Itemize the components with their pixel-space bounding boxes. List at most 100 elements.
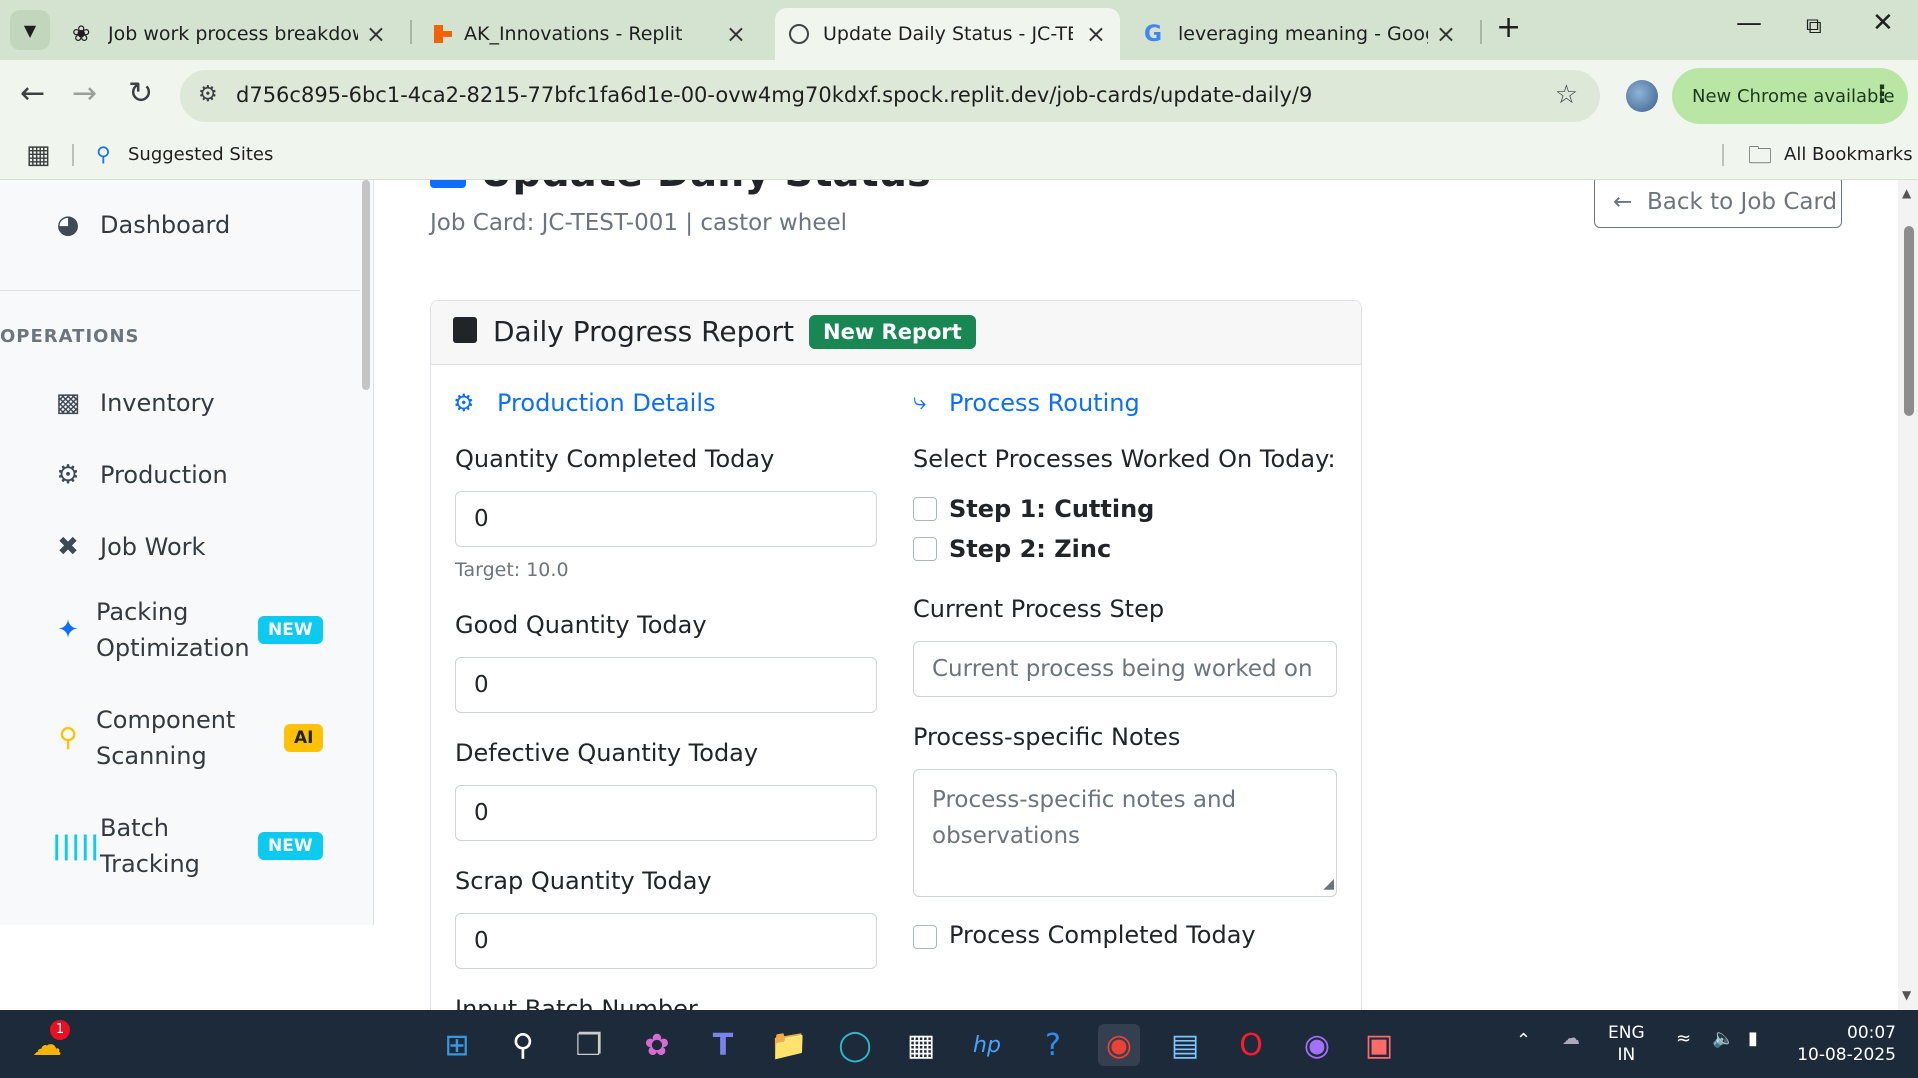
input-value: 0 [474,506,489,532]
restore-button[interactable]: ⧉ [1806,14,1822,39]
sidebar-item-batch-tracking[interactable]: ||||| Batch Tracking NEW [0,808,360,884]
tab-title: Job work process breakdown [108,23,358,45]
edge-icon[interactable]: ◯ [834,1024,876,1066]
cubes-icon: ▩ [55,388,81,418]
github-desktop-icon[interactable]: ◉ [1296,1024,1338,1066]
notepad-icon[interactable]: ▤ [1164,1024,1206,1066]
bookmarks-bar: ▦ ⚲ Suggested Sites 🗀 All Bookmarks [0,132,1918,180]
copilot-icon[interactable]: ✿ [636,1024,678,1066]
language-indicator[interactable]: ENG IN [1608,1022,1645,1066]
quantity-completed-input[interactable]: 0 [455,491,877,547]
chrome-icon[interactable]: ◉ [1098,1024,1140,1066]
gears-icon: ⚙ [453,389,475,417]
weather-notification-badge: 1 [50,1020,70,1040]
scroll-up-icon[interactable]: ▲ [1902,186,1911,200]
current-process-step-input[interactable]: Current process being worked on [913,641,1337,697]
all-bookmarks-link[interactable]: All Bookmarks [1784,144,1913,165]
new-chrome-available-button[interactable]: New Chrome available ⋮ [1672,68,1908,124]
step-2-label[interactable]: Step 2: Zinc [949,535,1111,563]
sidebar-item-job-work[interactable]: ✖ Job Work [0,524,360,570]
close-window-button[interactable]: ✕ [1872,8,1894,38]
card-header: Daily Progress Report New Report [431,301,1361,365]
task-view-icon[interactable]: ❐ [568,1024,610,1066]
sidebar-item-packing-optimization[interactable]: ✦ Packing Optimization NEW [0,592,360,668]
sidebar-item-inventory[interactable]: ▩ Inventory [0,380,360,426]
scrap-quantity-input[interactable]: 0 [455,913,877,969]
show-hidden-icons[interactable]: ⌃ [1516,1030,1531,1051]
google-icon: G [1144,21,1163,47]
close-icon[interactable]: × [726,20,746,48]
reload-icon[interactable]: ↻ [128,76,153,111]
more-vert-icon[interactable]: ⋮ [1870,80,1894,108]
clock-date: 10-08-2025 [1797,1045,1896,1065]
step-1-checkbox[interactable] [913,497,937,521]
good-quantity-input[interactable]: 0 [455,657,877,713]
close-icon[interactable]: × [1436,20,1456,48]
forward-arrow-icon[interactable]: → [72,76,97,111]
defective-quantity-label: Defective Quantity Today [455,739,759,767]
tab-title: Update Daily Status - JC-TEST-0 [823,23,1073,45]
input-value: 0 [474,928,489,954]
page-scrollbar[interactable]: ▲ ▼ [1898,180,1918,1010]
input-batch-number-label: Input Batch Number [455,995,698,1010]
close-icon[interactable]: × [366,20,386,48]
search-icon[interactable]: ⚲ [502,1024,544,1066]
defective-quantity-input[interactable]: 0 [455,785,877,841]
windows-start-icon[interactable]: ⊞ [436,1024,478,1066]
wifi-icon[interactable]: ≈ [1676,1028,1691,1049]
resize-handle-icon[interactable]: ◢ [1323,866,1334,902]
tab-google-search[interactable]: G leveraging meaning - Google S × [1130,8,1470,60]
calendar-icon [453,317,477,343]
sidebar-scrollbar[interactable] [362,180,370,390]
address-bar[interactable]: ⚙ d756c895-6bc1-4ca2-8215-77bfc1fa6d1e-0… [180,70,1600,122]
back-to-job-card-button[interactable]: ← Back to Job Card [1594,180,1842,228]
sidebar-item-component-scanning[interactable]: ⚲ Component Scanning AI [0,700,360,776]
speaker-muted-icon[interactable]: 🔈 [1712,1028,1734,1049]
tools-icon: ✖ [57,532,79,562]
textarea-placeholder: Process-specific notes and observations [932,787,1237,849]
apps-grid-icon[interactable]: ▦ [26,140,51,170]
battery-icon[interactable]: ▮ [1748,1028,1758,1049]
url-text[interactable]: d756c895-6bc1-4ca2-8215-77bfc1fa6d1e-00-… [236,83,1312,107]
new-report-badge: New Report [809,315,976,349]
tab-search-button[interactable]: ▼ [10,10,50,50]
hp-icon[interactable]: hp [966,1024,1008,1066]
browser-toolbar: ← → ↻ ⚙ d756c895-6bc1-4ca2-8215-77bfc1fa… [0,60,1918,132]
onedrive-icon[interactable]: ☁ [1562,1028,1580,1049]
back-button-label: Back to Job Card [1647,189,1838,215]
file-explorer-icon[interactable]: 📁 [768,1024,810,1066]
step-1-label[interactable]: Step 1: Cutting [949,495,1154,523]
opera-icon[interactable]: O [1230,1024,1272,1066]
sidebar-item-dashboard[interactable]: ◕ Dashboard [0,202,360,248]
page-title: Update Daily Status [480,180,931,196]
folder-icon: 🗀 [1748,141,1772,169]
close-icon[interactable]: × [1086,20,1106,48]
process-completed-label[interactable]: Process Completed Today [949,921,1256,949]
minimize-button[interactable]: — [1736,8,1762,38]
site-info-icon[interactable]: ⚙ [198,82,218,107]
process-completed-checkbox[interactable] [913,925,937,949]
sidebar-item-label: Batch [100,814,169,842]
tab-replit[interactable]: AK_Innovations - Replit × [420,8,760,60]
microsoft-store-icon[interactable]: ▦ [900,1024,942,1066]
process-notes-textarea[interactable]: Process-specific notes and observations … [913,769,1337,897]
tab-update-daily-status[interactable]: Update Daily Status - JC-TEST-0 × [775,8,1120,60]
scroll-down-icon[interactable]: ▼ [1902,988,1911,1002]
clock[interactable]: 00:07 10-08-2025 [1796,1022,1896,1066]
step-2-checkbox[interactable] [913,537,937,561]
lang-line1: ENG [1608,1023,1645,1043]
teams-icon[interactable]: T [702,1024,744,1066]
suggested-sites-link[interactable]: Suggested Sites [128,144,273,165]
sidebar-item-production[interactable]: ⚙ Production [0,452,360,498]
quantity-completed-label: Quantity Completed Today [455,445,775,473]
profile-avatar[interactable] [1626,80,1658,112]
snipping-tool-icon[interactable]: ▣ [1358,1024,1400,1066]
star-icon[interactable]: ☆ [1555,80,1578,110]
scrollbar-thumb[interactable] [1904,226,1914,416]
tab-job-work-process[interactable]: ❀ Job work process breakdown × [60,8,400,60]
help-icon[interactable]: ? [1032,1024,1074,1066]
sidebar-item-label: Component [96,706,236,734]
barcode-icon: ||||| [52,831,100,861]
new-tab-button[interactable]: + [1496,10,1521,45]
back-arrow-icon[interactable]: ← [20,76,45,111]
